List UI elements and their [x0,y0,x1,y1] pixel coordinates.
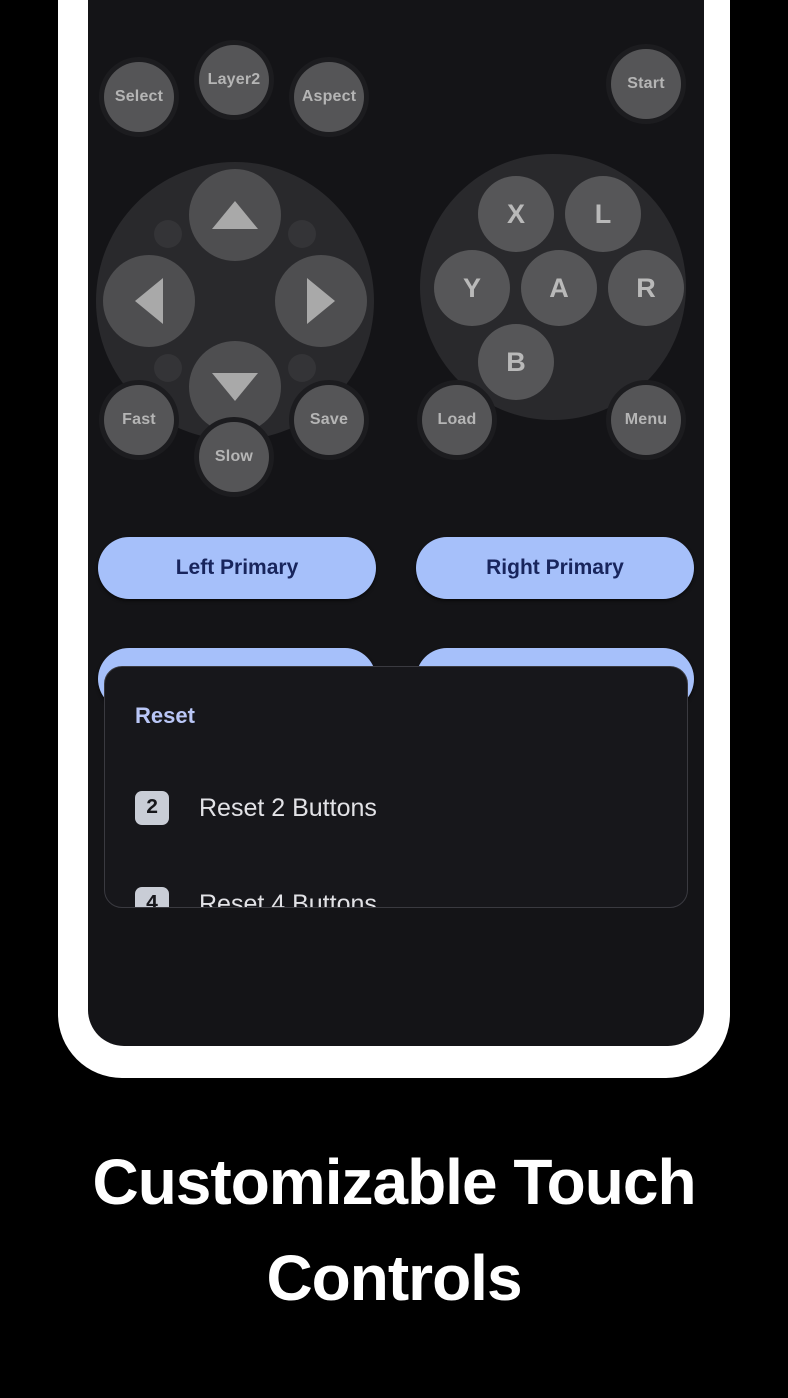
dpad-diagonal-dot-downleft[interactable] [154,354,182,382]
right-primary-label: Right Primary [486,556,624,579]
r-button-label: R [636,272,656,303]
dpad-left-button[interactable] [103,255,195,347]
y-button-label: Y [462,272,481,303]
b-button-label: B [506,346,526,377]
select-button-label: Select [114,88,164,105]
right-arrow-icon [307,278,335,324]
x-button-label: X [506,198,525,229]
right-primary-button[interactable]: Right Primary [416,537,694,599]
slow-button[interactable]: Slow [199,422,269,492]
menu-button[interactable]: Menu [611,385,681,455]
fast-button-label: Fast [122,411,156,428]
promo-screenshot: Select Layer2 Aspect Start X L Y A R B F… [0,0,788,1398]
reset-2-buttons-item[interactable]: 2 Reset 2 Buttons [135,791,377,825]
start-button-label: Start [627,75,665,92]
action-button-cluster: X L Y A R B [420,154,686,420]
layer2-button-label: Layer2 [207,71,261,88]
reset-panel-title: Reset [135,703,195,728]
save-button[interactable]: Save [294,385,364,455]
y-button[interactable]: Y [434,250,510,326]
left-arrow-icon [135,278,163,324]
left-primary-label: Left Primary [175,556,299,579]
phone-screen: Select Layer2 Aspect Start X L Y A R B F… [88,0,704,1046]
aspect-button[interactable]: Aspect [294,62,364,132]
x-button[interactable]: X [478,176,554,252]
fast-button[interactable]: Fast [104,385,174,455]
keycap-4-icon: 4 [135,887,169,907]
reset-2-buttons-label: Reset 2 Buttons [199,793,377,822]
b-button[interactable]: B [478,324,554,400]
promo-caption-line-2: Controls [266,1242,522,1314]
load-button[interactable]: Load [422,385,492,455]
dpad-down-button[interactable] [189,341,281,433]
dpad-diagonal-dot-upright[interactable] [288,220,316,248]
left-primary-button[interactable]: Left Primary [98,537,376,599]
promo-caption: Customizable Touch Controls [0,1134,788,1326]
start-button[interactable]: Start [611,49,681,119]
menu-button-label: Menu [624,411,668,428]
layer2-button[interactable]: Layer2 [199,45,269,115]
dpad-diagonal-dot-downright[interactable] [288,354,316,382]
slow-button-label: Slow [214,448,254,465]
up-arrow-icon [212,201,258,229]
r-button[interactable]: R [608,250,684,326]
reset-4-buttons-item[interactable]: 4 Reset 4 Buttons [135,887,377,908]
keycap-2-icon: 2 [135,791,169,825]
a-button-label: A [549,272,569,303]
l-button-label: L [594,198,612,229]
reset-panel: Reset 2 Reset 2 Buttons 4 Reset 4 Button… [104,666,688,908]
dpad-diagonal-dot-upleft[interactable] [154,220,182,248]
dpad-up-button[interactable] [189,169,281,261]
load-button-label: Load [437,411,477,428]
aspect-button-label: Aspect [301,88,357,105]
dpad-right-button[interactable] [275,255,367,347]
select-button[interactable]: Select [104,62,174,132]
reset-4-buttons-label: Reset 4 Buttons [199,889,377,908]
down-arrow-icon [212,373,258,401]
promo-caption-line-1: Customizable Touch [92,1146,696,1218]
app-screen-content: Select Layer2 Aspect Start X L Y A R B F… [88,0,704,1046]
save-button-label: Save [309,411,349,428]
l-button[interactable]: L [565,176,641,252]
a-button[interactable]: A [521,250,597,326]
